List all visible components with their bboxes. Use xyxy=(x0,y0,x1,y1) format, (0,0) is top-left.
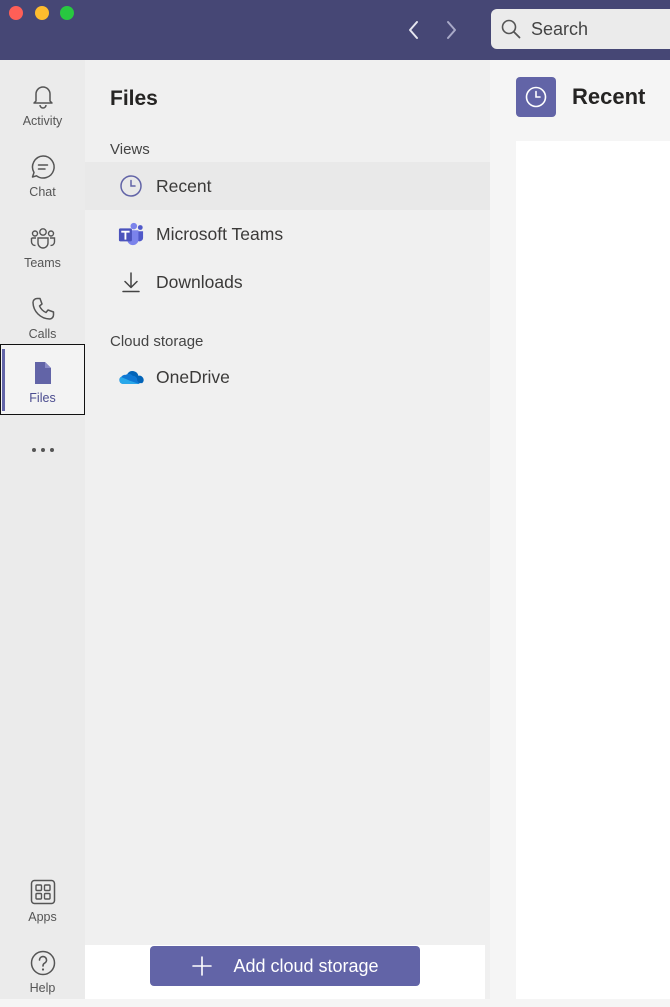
rail-item-help[interactable]: Help xyxy=(0,937,85,1007)
back-button[interactable] xyxy=(403,18,425,42)
rail-item-apps[interactable]: Apps xyxy=(0,866,85,936)
nav-item-onedrive[interactable]: OneDrive xyxy=(85,353,490,401)
phone-icon xyxy=(31,297,54,320)
rail-item-label: Apps xyxy=(28,910,57,924)
files-panel: Files Views Recent Microsoft Teams Downl… xyxy=(85,60,490,999)
chat-icon xyxy=(31,155,55,179)
help-icon xyxy=(30,950,55,976)
rail-item-activity[interactable]: Activity xyxy=(0,70,85,140)
main-content: Recent xyxy=(490,60,670,999)
clock-icon xyxy=(525,86,547,108)
rail-item-label: Help xyxy=(29,981,56,995)
nav-item-microsoft-teams[interactable]: Microsoft Teams xyxy=(85,210,490,258)
add-cloud-storage-label: Add cloud storage xyxy=(233,955,379,976)
download-icon xyxy=(122,272,140,293)
teams-icon xyxy=(30,228,55,249)
title-bar xyxy=(0,0,670,60)
panel-title: Files xyxy=(110,87,158,110)
recent-header-icon xyxy=(516,77,556,117)
search-box[interactable] xyxy=(491,9,670,49)
maximize-window-button[interactable] xyxy=(60,6,74,20)
nav-item-downloads[interactable]: Downloads xyxy=(85,258,490,306)
rail-item-label: Calls xyxy=(28,327,57,341)
more-icon xyxy=(31,448,54,452)
rail-item-chat[interactable]: Chat xyxy=(0,141,85,211)
clock-icon xyxy=(120,175,142,197)
recent-files-list xyxy=(516,141,670,999)
rail-item-label: Teams xyxy=(24,256,61,270)
views-section-label: Views xyxy=(110,141,150,158)
nav-item-label: OneDrive xyxy=(156,366,230,387)
rail-item-label: Files xyxy=(29,391,56,405)
rail-item-label: Chat xyxy=(29,185,56,199)
nav-item-label: Recent xyxy=(156,175,212,196)
plus-icon xyxy=(192,956,213,976)
page-title: Recent xyxy=(572,84,646,109)
rail-item-files[interactable]: Files xyxy=(0,344,85,415)
search-input[interactable] xyxy=(529,17,670,41)
forward-button[interactable] xyxy=(440,18,462,42)
app-rail: Activity Chat Teams Calls Files Apps Hel… xyxy=(0,60,85,999)
nav-item-label: Microsoft Teams xyxy=(156,223,284,244)
file-icon xyxy=(34,362,51,384)
apps-icon xyxy=(30,879,55,905)
cloud-storage-section-label: Cloud storage xyxy=(110,333,204,350)
minimize-window-button[interactable] xyxy=(35,6,49,20)
bell-icon xyxy=(32,86,53,109)
rail-item-calls[interactable]: Calls xyxy=(0,283,85,353)
rail-item-teams[interactable]: Teams xyxy=(0,212,85,282)
chevron-left-icon xyxy=(409,21,418,39)
microsoft-teams-icon xyxy=(118,222,144,246)
chevron-right-icon xyxy=(447,21,456,39)
nav-item-label: Downloads xyxy=(156,271,243,292)
add-cloud-storage-button[interactable]: Add cloud storage xyxy=(150,946,420,986)
onedrive-icon xyxy=(119,371,144,384)
more-apps-button[interactable] xyxy=(0,435,85,465)
search-icon xyxy=(501,19,521,39)
rail-item-label: Activity xyxy=(22,114,63,128)
nav-item-recent[interactable]: Recent xyxy=(85,162,490,210)
close-window-button[interactable] xyxy=(9,6,23,20)
